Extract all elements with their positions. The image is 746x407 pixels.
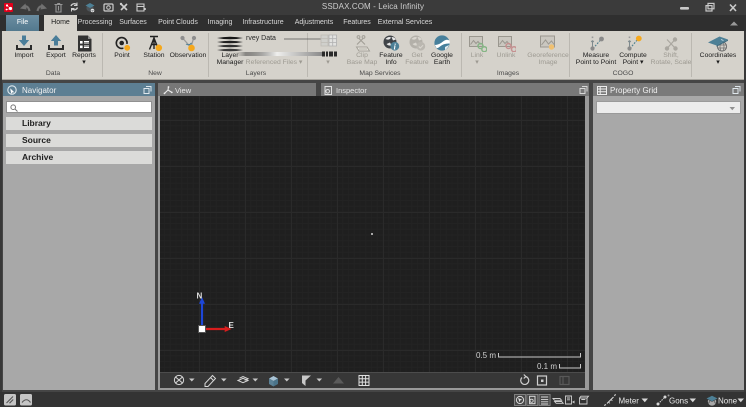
svg-text:None: None <box>718 397 738 406</box>
svg-text:0.5 m: 0.5 m <box>476 351 496 360</box>
svg-text:Gons: Gons <box>669 397 688 406</box>
svg-text:N: N <box>197 292 203 301</box>
svg-text:0.1 m: 0.1 m <box>537 362 557 371</box>
svg-text:Meter: Meter <box>619 397 640 406</box>
svg-text:E: E <box>229 321 235 330</box>
